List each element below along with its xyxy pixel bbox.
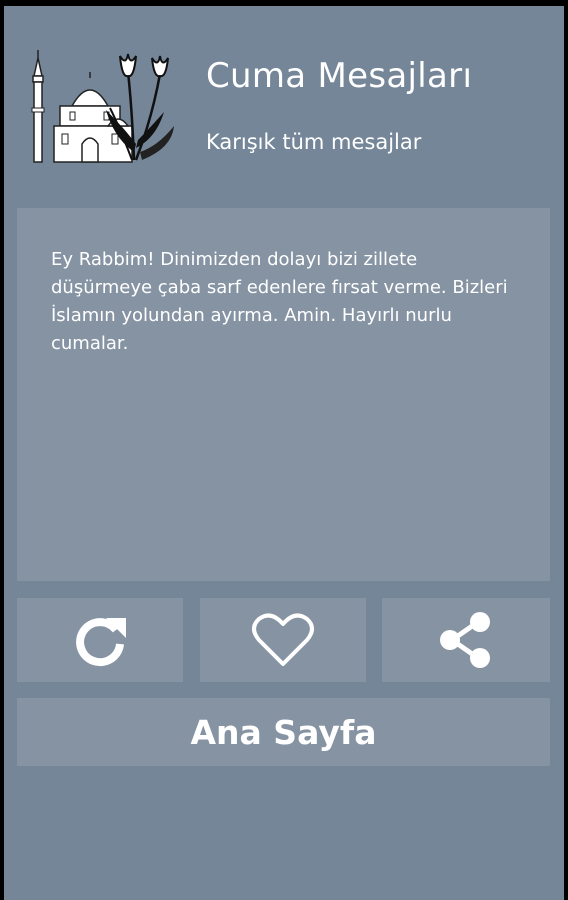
share-button[interactable] [382,598,550,682]
app-screen: Cuma Mesajları Karışık tüm mesajlar Ey R… [4,6,564,900]
message-text: Ey Rabbim! Dinimizden dolayı bizi zillet… [51,249,508,354]
home-button[interactable]: Ana Sayfa [17,698,550,766]
app-title: Cuma Mesajları [206,56,473,96]
favorite-button[interactable] [200,598,366,682]
refresh-icon [76,618,126,667]
category-subtitle: Karışık tüm mesajlar [206,130,422,154]
mosque-tulip-logo [31,50,174,163]
header: Cuma Mesajları Karışık tüm mesajlar [4,6,564,196]
refresh-button[interactable] [17,598,183,682]
message-card: Ey Rabbim! Dinimizden dolayı bizi zillet… [17,208,550,581]
heart-icon [252,613,314,666]
share-icon [440,612,490,668]
